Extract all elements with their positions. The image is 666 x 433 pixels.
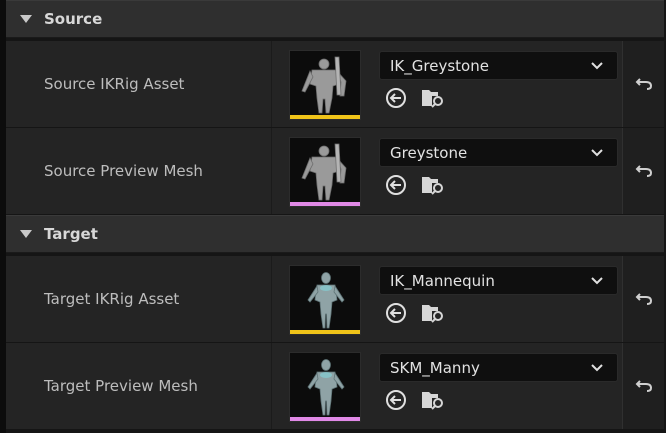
property-label: Target IKRig Asset	[44, 290, 180, 308]
asset-type-bar	[290, 417, 360, 421]
reset-to-default-icon	[635, 380, 652, 392]
asset-combo-mesh[interactable]: SKM_Manny	[379, 353, 618, 382]
chevron-down-icon	[591, 61, 603, 69]
greystone-thumbnail-icon	[301, 56, 347, 114]
mannequin-thumbnail-icon	[307, 272, 345, 329]
greystone-thumbnail-icon	[301, 143, 347, 201]
reset-to-default-button[interactable]	[622, 343, 664, 429]
browse-to-asset-icon	[422, 90, 443, 108]
use-selected-asset-icon	[386, 390, 406, 410]
combo-value: SKM_Manny	[390, 358, 480, 377]
reset-to-default-icon	[635, 78, 652, 90]
property-row-target-ikrig: Target IKRig Asset IK_Mannequin	[6, 256, 664, 342]
use-selected-asset-icon	[386, 303, 406, 323]
use-selected-asset-button[interactable]	[383, 387, 409, 413]
use-selected-asset-button[interactable]	[383, 172, 409, 198]
asset-type-bar	[290, 330, 360, 334]
column-divider	[271, 128, 272, 214]
asset-thumbnail-mesh[interactable]	[289, 352, 361, 422]
retarget-details-panel: Source Source IKRig Asset IK_Greystone S…	[0, 0, 666, 433]
browse-to-asset-button[interactable]	[420, 172, 446, 198]
section-title-target: Target	[44, 225, 98, 243]
chevron-down-icon	[591, 276, 603, 284]
triangle-down-icon	[20, 230, 32, 238]
browse-to-asset-button[interactable]	[420, 300, 446, 326]
use-selected-asset-button[interactable]	[383, 85, 409, 111]
browse-to-asset-icon	[422, 392, 443, 410]
section-header-target[interactable]: Target	[6, 215, 664, 253]
asset-type-bar	[290, 115, 360, 119]
asset-combo-ikrig[interactable]: IK_Mannequin	[379, 266, 618, 295]
browse-to-asset-icon	[422, 305, 443, 323]
property-label: Source IKRig Asset	[44, 75, 185, 93]
use-selected-asset-icon	[386, 88, 406, 108]
asset-type-bar	[290, 202, 360, 206]
chevron-down-icon	[591, 148, 603, 156]
reset-to-default-icon	[635, 165, 652, 177]
asset-thumbnail-ikrig[interactable]	[289, 50, 361, 120]
property-label: Target Preview Mesh	[44, 377, 198, 395]
section-title-source: Source	[44, 10, 103, 28]
browse-to-asset-button[interactable]	[420, 85, 446, 111]
combo-value: IK_Greystone	[390, 56, 489, 75]
reset-to-default-button[interactable]	[622, 128, 664, 214]
browse-to-asset-button[interactable]	[420, 387, 446, 413]
combo-value: IK_Mannequin	[390, 271, 495, 290]
combo-value: Greystone	[390, 143, 468, 162]
property-row-source-ikrig: Source IKRig Asset IK_Greystone	[6, 41, 664, 127]
column-divider	[271, 256, 272, 342]
asset-combo-mesh[interactable]: Greystone	[379, 138, 618, 167]
browse-to-asset-icon	[422, 177, 443, 195]
reset-to-default-button[interactable]	[622, 41, 664, 127]
section-header-source[interactable]: Source	[6, 0, 664, 38]
asset-thumbnail-ikrig[interactable]	[289, 265, 361, 335]
triangle-down-icon	[20, 15, 32, 23]
reset-to-default-icon	[635, 293, 652, 305]
column-divider	[271, 343, 272, 429]
asset-combo-ikrig[interactable]: IK_Greystone	[379, 51, 618, 80]
asset-thumbnail-mesh[interactable]	[289, 137, 361, 207]
mannequin-thumbnail-icon	[307, 359, 345, 416]
use-selected-asset-button[interactable]	[383, 300, 409, 326]
property-row-target-mesh: Target Preview Mesh SKM_Manny	[6, 343, 664, 429]
chevron-down-icon	[591, 363, 603, 371]
property-row-source-mesh: Source Preview Mesh Greystone	[6, 128, 664, 214]
reset-to-default-button[interactable]	[622, 256, 664, 342]
property-label: Source Preview Mesh	[44, 162, 203, 180]
use-selected-asset-icon	[386, 175, 406, 195]
column-divider	[271, 41, 272, 127]
